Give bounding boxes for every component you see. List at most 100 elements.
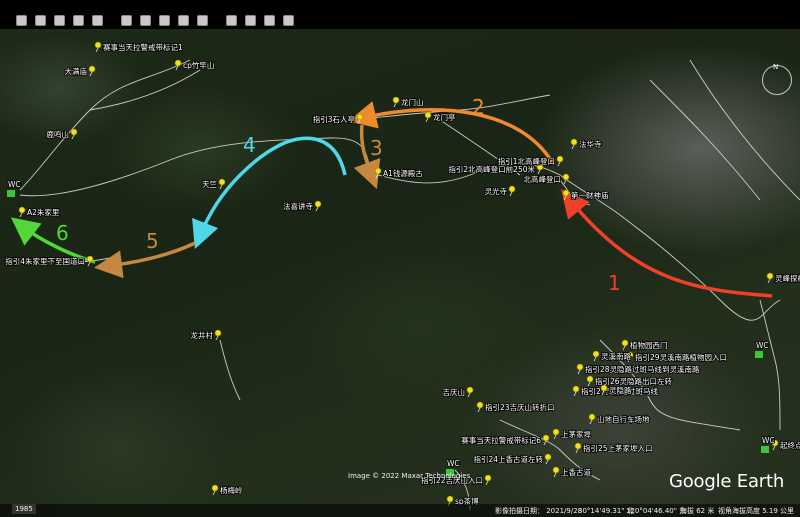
historical-imagery-icon[interactable] xyxy=(140,15,151,26)
placemark[interactable]: 指引23吉庆山转折口 xyxy=(476,401,555,413)
add-path-icon[interactable] xyxy=(73,15,84,26)
pushpin-icon xyxy=(424,111,432,123)
placemark-label: 吉庆山 xyxy=(443,387,466,397)
placemark-label: 法华寺 xyxy=(579,139,602,149)
placemark[interactable]: 植物园西门 xyxy=(621,339,668,351)
status-bar: 影像拍摄日期： 2021/9/28 30°14'49.31" 北 120°04'… xyxy=(0,504,800,517)
pushpin-icon xyxy=(552,466,560,478)
placemark[interactable]: 指引4朱家里下至国道口 xyxy=(4,255,94,267)
placemark[interactable]: 上香古道 xyxy=(552,466,592,478)
placemark-label: 指引25上茅家埠入口 xyxy=(583,443,653,453)
placemark[interactable]: 指引3石人亭 xyxy=(312,113,364,125)
pushpin-icon xyxy=(586,375,594,387)
placemark[interactable]: 指引1北高峰登口 xyxy=(497,155,564,167)
placemark[interactable]: 第一财神庙 xyxy=(562,189,610,201)
pushpin-icon xyxy=(621,339,629,351)
placemark[interactable]: 吉庆山 xyxy=(442,386,474,398)
placemark-label: 杨梅岭 xyxy=(220,485,243,495)
placemark[interactable]: 灵光寺 xyxy=(484,185,516,197)
restroom-icon xyxy=(755,351,763,358)
pushpin-icon xyxy=(572,385,580,397)
ruler-icon[interactable] xyxy=(197,15,208,26)
restroom-label: WC xyxy=(8,180,21,189)
print-icon[interactable] xyxy=(245,15,256,26)
placemark[interactable]: 灵峰探梅 xyxy=(766,272,800,284)
placemark-label: 灵隐路 xyxy=(609,385,632,395)
placemark[interactable]: 灵溪南路 xyxy=(592,350,632,362)
placemark-label: 植物园西门 xyxy=(630,340,668,350)
email-icon[interactable] xyxy=(226,15,237,26)
view-in-maps-icon[interactable] xyxy=(283,15,294,26)
placemark[interactable]: 赛事当天拉警戒带标记6 xyxy=(460,434,550,446)
restroom-marker[interactable]: WC xyxy=(7,179,21,197)
placemark[interactable]: 上茅家埠 xyxy=(552,428,592,440)
placemark[interactable]: 杨梅岭 xyxy=(211,484,244,496)
pushpin-icon xyxy=(556,155,564,167)
switch-to-sky-icon[interactable] xyxy=(178,15,189,26)
pushpin-icon xyxy=(94,41,102,53)
longitude-readout: 120°04'46.40" 东 xyxy=(626,507,687,515)
placemark-label: 龙井村 xyxy=(191,330,214,340)
placemark[interactable]: 山地自行车场地 xyxy=(588,413,651,425)
placemark[interactable]: 指引28灵隐路过斑马线到灵溪南路 xyxy=(576,363,701,375)
map-view[interactable]: 1 2 3 4 5 6 赛事当天拉警戒带标记1 cp竹竿山 大满庙 鹿鸣山 A2朱家里指… xyxy=(0,29,800,517)
compass[interactable]: N xyxy=(762,63,792,95)
placemark-label: 灵峰探梅 xyxy=(775,273,800,283)
placemark[interactable]: 大满庙 xyxy=(64,65,96,77)
pushpin-icon xyxy=(88,65,96,77)
placemark-label: 指引29灵溪南路植物园入口 xyxy=(635,352,727,362)
restroom-marker[interactable]: WC xyxy=(755,340,769,358)
placemark[interactable]: cp竹竿山 xyxy=(174,59,215,71)
record-tour-icon[interactable] xyxy=(121,15,132,26)
placemark[interactable]: 指引29灵溪南路植物园入口 xyxy=(626,351,728,363)
placemark-label: 指引24上香古道左转 xyxy=(473,454,543,464)
compass-north-label: N xyxy=(773,63,779,71)
add-overlay-icon[interactable] xyxy=(92,15,103,26)
placemark[interactable]: 起终点 xyxy=(771,439,800,451)
sidebar-toggle-icon[interactable] xyxy=(16,15,27,26)
placemark[interactable]: 龙门山 xyxy=(392,96,424,108)
placemark-label: A2朱家里 xyxy=(27,207,60,217)
placemark-label: A1钱源殿古 xyxy=(383,168,423,178)
imagery-date: 影像拍摄日期： 2021/9/28 xyxy=(495,507,583,515)
placemark[interactable]: 龙门亭 xyxy=(424,111,457,123)
placemark[interactable]: 龙井村 xyxy=(190,329,222,341)
placemark-label: 指引1北高峰登口 xyxy=(498,156,555,166)
pushpin-icon xyxy=(174,59,182,71)
placemark-label: 指引4朱家里下至国道口 xyxy=(5,256,85,266)
placemark-label: 起终点 xyxy=(780,440,800,450)
placemark-label: 第一财神庙 xyxy=(571,190,609,200)
restroom-icon xyxy=(761,446,769,453)
add-placemark-icon[interactable] xyxy=(35,15,46,26)
pushpin-icon xyxy=(484,474,492,486)
pushpin-icon xyxy=(374,167,382,179)
placemark[interactable]: 法华寺 xyxy=(570,138,603,150)
placemark[interactable]: 天竺 xyxy=(201,178,226,190)
pushpin-icon xyxy=(211,484,219,496)
pushpin-icon xyxy=(592,350,600,362)
add-polygon-icon[interactable] xyxy=(54,15,65,26)
placemark[interactable]: A2朱家里 xyxy=(18,206,61,218)
pushpin-icon xyxy=(562,173,570,185)
placemark[interactable]: 赛事当天拉警戒带标记1 xyxy=(94,41,184,53)
placemark-label: 大满庙 xyxy=(65,66,88,76)
placemark[interactable]: 法喜讲寺 xyxy=(282,200,322,212)
pushpin-icon xyxy=(574,442,582,454)
placemark-label: cp竹竿山 xyxy=(183,60,214,70)
sunlight-icon[interactable] xyxy=(159,15,170,26)
imagery-credit: Image © 2022 Maxar Technologies xyxy=(348,472,471,480)
restroom-marker[interactable]: WC xyxy=(761,435,775,453)
pushpin-icon xyxy=(476,401,484,413)
timeline-year[interactable]: 1985 xyxy=(12,504,36,514)
pushpin-icon xyxy=(766,272,774,284)
placemark[interactable]: 指引24上香古道左转 xyxy=(473,453,552,465)
pushpin-icon xyxy=(392,96,400,108)
placemark[interactable]: 指引25上茅家埠入口 xyxy=(574,442,653,454)
placemark-label: 鹿鸣山 xyxy=(47,129,70,139)
placemark[interactable]: A1钱源殿古 xyxy=(374,167,424,179)
placemark[interactable]: 指引26灵隐路出口左转 xyxy=(586,375,673,387)
save-image-icon[interactable] xyxy=(264,15,275,26)
placemark[interactable]: 鹿鸣山 xyxy=(46,128,78,140)
placemark[interactable]: 北高峰登口 xyxy=(523,173,570,185)
placemarks-layer: 赛事当天拉警戒带标记1 cp竹竿山大满庙鹿鸣山 A2朱家里指引4朱家里下至国道口 天竺… xyxy=(4,41,800,507)
